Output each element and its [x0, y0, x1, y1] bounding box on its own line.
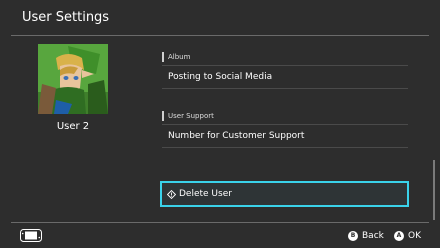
ok-button[interactable]: A OK — [394, 230, 421, 242]
section-marker — [162, 111, 164, 121]
a-button-icon: A — [394, 231, 404, 241]
b-button-icon: B — [348, 231, 358, 241]
title-bar: User Settings — [0, 0, 440, 35]
switch-console-icon — [20, 229, 42, 242]
header-divider — [11, 35, 429, 36]
page-title: User Settings — [22, 10, 110, 25]
section-header-user-support: User Support — [162, 110, 214, 122]
back-button[interactable]: B Back — [348, 230, 384, 242]
section-header-label: User Support — [168, 112, 214, 120]
posting-to-social-media-item[interactable]: Posting to Social Media — [162, 65, 408, 89]
user-name: User 2 — [56, 121, 90, 132]
delete-user-button[interactable]: Delete User — [160, 181, 409, 207]
scrollbar[interactable] — [433, 160, 435, 220]
avatar — [38, 44, 108, 114]
section-header-album: Album — [162, 51, 190, 63]
footer-divider — [11, 222, 429, 223]
delete-user-label: Delete User — [179, 189, 232, 199]
customer-support-number-item[interactable]: Number for Customer Support — [162, 124, 408, 148]
section-marker — [162, 52, 164, 62]
item-label: Number for Customer Support — [168, 131, 305, 141]
back-label: Back — [362, 231, 384, 241]
item-label: Posting to Social Media — [168, 72, 273, 82]
warning-diamond-icon — [167, 189, 176, 199]
link-character-avatar-icon — [38, 44, 108, 114]
section-header-label: Album — [168, 53, 191, 61]
ok-label: OK — [408, 231, 421, 241]
